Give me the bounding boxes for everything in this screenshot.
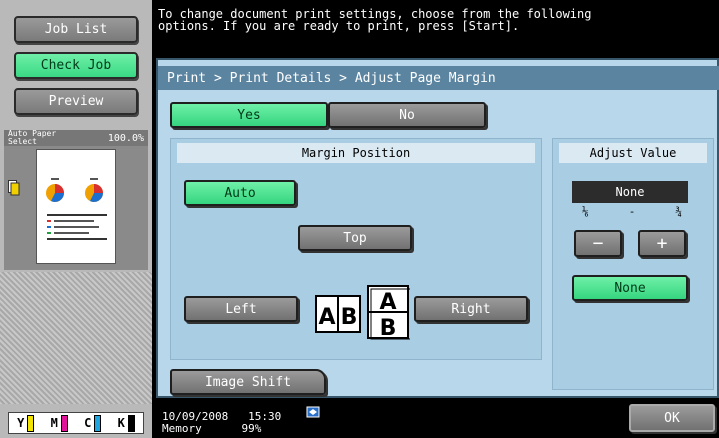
breadcrumb: Print > Print Details > Adjust Page Marg… <box>158 66 719 90</box>
job-list-button[interactable]: Job List <box>14 16 138 43</box>
memory-label: Memory <box>162 422 202 435</box>
plus-button[interactable]: + <box>638 230 686 257</box>
minus-button[interactable]: − <box>574 230 622 257</box>
left-button[interactable]: Left <box>184 296 298 322</box>
margin-position-title: Margin Position <box>177 143 535 163</box>
toner-yellow: Y <box>17 414 35 432</box>
adjust-value-box: Adjust Value <box>552 138 714 390</box>
ok-button[interactable]: OK <box>629 404 715 432</box>
svg-text:B: B <box>341 305 358 330</box>
value-range: ⅙ - ¾ <box>582 205 682 219</box>
right-button[interactable]: Right <box>414 296 528 322</box>
svg-text:B: B <box>380 316 397 340</box>
toner-black: K <box>118 414 135 432</box>
toner-levels: Y M C K <box>8 412 144 434</box>
memory-value: 99% <box>241 422 262 435</box>
check-job-button[interactable]: Check Job <box>14 52 138 79</box>
page-layout-icon: A B A B <box>315 285 410 340</box>
instruction-message: To change document print settings, choos… <box>158 7 592 33</box>
zoom-value: 100.0% <box>107 132 144 144</box>
sidebar-hatch <box>0 272 152 404</box>
none-button[interactable]: None <box>572 275 688 301</box>
toner-magenta: M <box>51 414 68 432</box>
no-button[interactable]: No <box>328 102 486 128</box>
yes-button[interactable]: Yes <box>170 102 328 128</box>
image-shift-button[interactable]: Image Shift <box>170 369 326 395</box>
svg-text:A: A <box>318 305 335 330</box>
document-preview-icon <box>46 178 107 240</box>
paper-info: Auto Paper Select 100.0% <box>4 130 148 146</box>
range-max: ¾ <box>675 205 682 218</box>
adjust-value-display: None <box>572 181 688 203</box>
range-min: ⅙ <box>582 205 589 218</box>
network-icon <box>306 406 320 418</box>
preview-button[interactable]: Preview <box>14 88 138 115</box>
date-time-memory: 10/09/2008 15:30 Memory 99% <box>162 411 281 435</box>
page-stack-icon <box>8 180 20 196</box>
auto-button[interactable]: Auto <box>184 180 296 206</box>
paper-select-label: Auto Paper Select <box>8 129 57 146</box>
toner-cyan: C <box>84 414 102 432</box>
svg-text:A: A <box>379 290 396 315</box>
top-button[interactable]: Top <box>298 225 412 251</box>
adjust-value-title: Adjust Value <box>559 143 707 163</box>
page-thumbnail <box>36 149 116 264</box>
range-separator: - <box>628 205 636 218</box>
